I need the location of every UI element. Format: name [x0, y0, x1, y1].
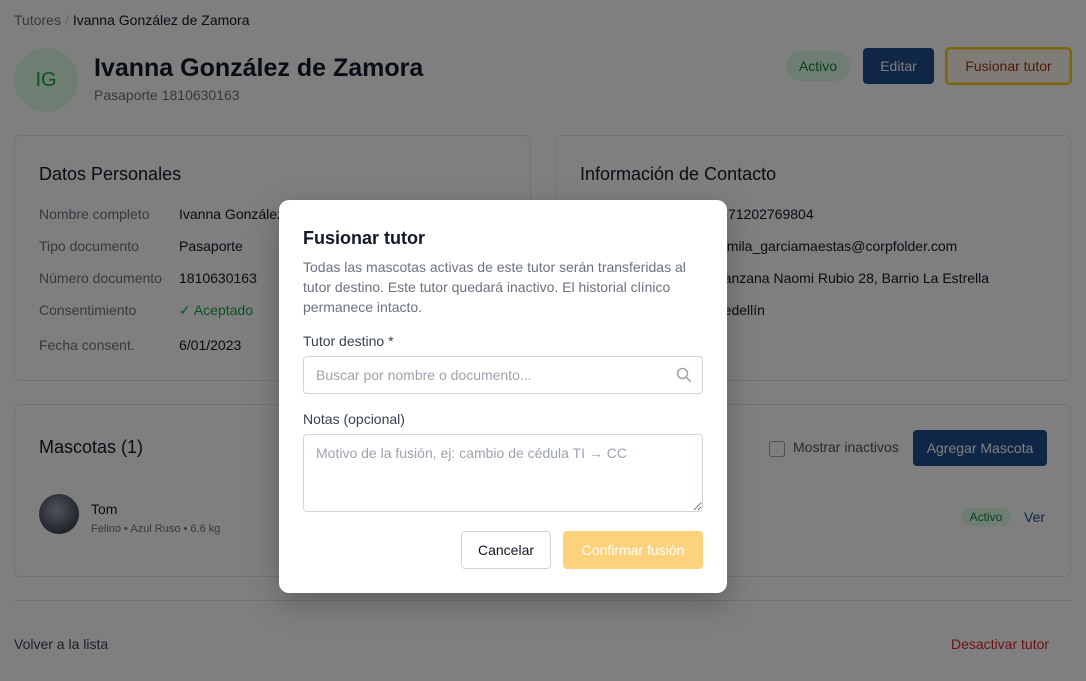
cancel-button[interactable]: Cancelar: [461, 531, 551, 569]
search-icon: [676, 367, 692, 383]
target-tutor-search: [303, 356, 703, 394]
target-tutor-input[interactable]: [304, 357, 664, 393]
modal-description: Todas las mascotas activas de este tutor…: [303, 259, 686, 315]
modal-title: Fusionar tutor: [303, 228, 425, 248]
notes-textarea[interactable]: [303, 434, 703, 512]
merge-tutor-modal: Fusionar tutor Todas las mascotas activa…: [279, 200, 727, 593]
target-tutor-label: Tutor destino *: [303, 333, 394, 349]
confirm-merge-button[interactable]: Confirmar fusión: [563, 531, 703, 569]
notes-label: Notas (opcional): [303, 411, 405, 427]
